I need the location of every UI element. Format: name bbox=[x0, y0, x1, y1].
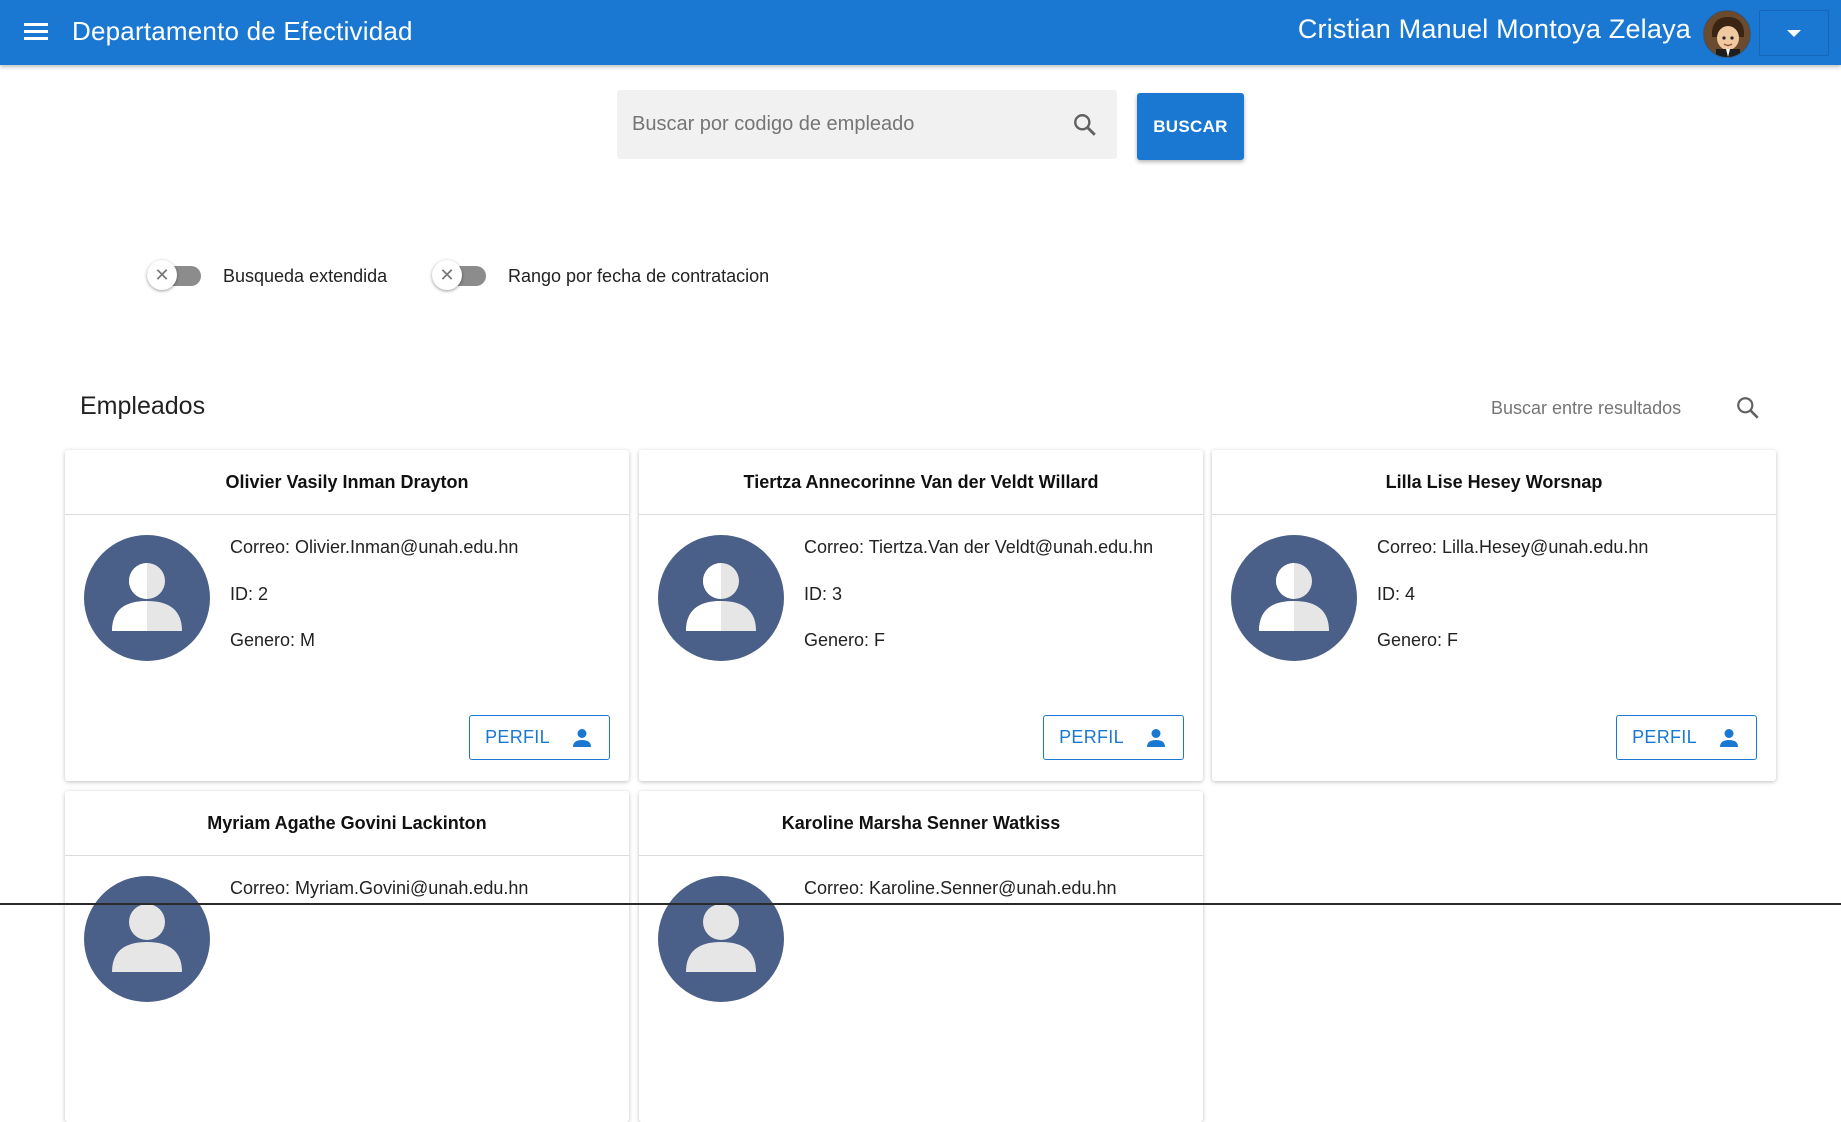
profile-button[interactable]: PERFIL bbox=[1616, 715, 1757, 760]
profile-button-label: PERFIL bbox=[1059, 727, 1124, 747]
user-avatar[interactable] bbox=[1703, 10, 1751, 58]
user-name: Cristian Manuel Montoya Zelaya bbox=[1297, 14, 1691, 44]
employee-id: ID: 4 bbox=[1377, 583, 1416, 604]
profile-button[interactable]: PERFIL bbox=[469, 715, 610, 760]
employee-email: Correo: Myriam.Govini@unah.edu.hn bbox=[230, 878, 529, 898]
section-title: Empleados bbox=[80, 392, 206, 420]
employee-card: Karoline Marsha Senner Watkiss Correo: K… bbox=[639, 791, 1203, 1122]
employee-card: Olivier Vasily Inman Drayton Correo: Oli… bbox=[65, 450, 629, 781]
employee-name: Lilla Lise Hesey Worsnap bbox=[1212, 450, 1776, 515]
extended-search-switch[interactable]: ✕ bbox=[147, 260, 203, 292]
profile-button[interactable]: PERFIL bbox=[1043, 715, 1184, 760]
person-icon bbox=[1719, 728, 1738, 747]
app-bar: Departamento de Efectividad Cristian Man… bbox=[0, 0, 1841, 65]
employee-search-box bbox=[617, 90, 1117, 159]
employee-id: ID: 2 bbox=[230, 583, 269, 604]
employee-name: Myriam Agathe Govini Lackinton bbox=[65, 791, 629, 856]
menu-icon[interactable] bbox=[22, 20, 50, 46]
profile-button-label: PERFIL bbox=[485, 727, 550, 747]
employee-card: Lilla Lise Hesey Worsnap Correo: Lilla.H… bbox=[1212, 450, 1776, 781]
employee-name: Olivier Vasily Inman Drayton bbox=[65, 450, 629, 515]
hire-date-range-switch[interactable]: ✕ bbox=[432, 260, 488, 292]
person-avatar-icon bbox=[658, 876, 784, 1002]
search-button[interactable]: BUSCAR bbox=[1137, 93, 1244, 160]
person-avatar-icon bbox=[84, 876, 210, 1002]
search-icon[interactable] bbox=[1072, 112, 1098, 143]
user-menu-dropdown[interactable] bbox=[1759, 10, 1829, 56]
results-search bbox=[1491, 394, 1761, 424]
toggle-label: Busqueda extendida bbox=[223, 265, 388, 286]
employee-gender: Genero: M bbox=[230, 630, 316, 650]
profile-button-label: PERFIL bbox=[1632, 727, 1697, 747]
caret-down-icon bbox=[1787, 29, 1801, 37]
toggle-hire-date-range: ✕ Rango por fecha de contratacion bbox=[432, 260, 769, 292]
search-icon[interactable] bbox=[1735, 395, 1761, 426]
close-icon: ✕ bbox=[147, 260, 177, 290]
employee-id: ID: 3 bbox=[804, 583, 843, 604]
employee-name: Karoline Marsha Senner Watkiss bbox=[639, 791, 1203, 856]
employee-email: Correo: Tiertza.Van der Veldt@unah.edu.h… bbox=[804, 537, 1154, 557]
person-avatar-icon bbox=[1231, 535, 1357, 661]
person-avatar-icon bbox=[84, 535, 210, 661]
toggle-extended-search: ✕ Busqueda extendida bbox=[147, 260, 387, 292]
employee-card: Tiertza Annecorinne Van der Veldt Willar… bbox=[639, 450, 1203, 781]
person-icon bbox=[572, 728, 591, 747]
employee-email: Correo: Lilla.Hesey@unah.edu.hn bbox=[1377, 537, 1649, 557]
person-avatar-icon bbox=[658, 535, 784, 661]
employee-code-search-input[interactable] bbox=[632, 102, 1052, 146]
employee-email: Correo: Karoline.Senner@unah.edu.hn bbox=[804, 878, 1117, 898]
app-title: Departamento de Efectividad bbox=[72, 16, 413, 46]
employee-gender: Genero: F bbox=[1377, 630, 1459, 650]
close-icon: ✕ bbox=[432, 260, 462, 290]
employee-name: Tiertza Annecorinne Van der Veldt Willar… bbox=[639, 450, 1203, 515]
employee-gender: Genero: F bbox=[804, 630, 886, 650]
toggle-label: Rango por fecha de contratacion bbox=[508, 265, 770, 286]
person-icon bbox=[1146, 728, 1165, 747]
results-search-input[interactable] bbox=[1491, 394, 1716, 422]
employee-card: Myriam Agathe Govini Lackinton Correo: M… bbox=[65, 791, 629, 1122]
employee-email: Correo: Olivier.Inman@unah.edu.hn bbox=[230, 537, 519, 557]
